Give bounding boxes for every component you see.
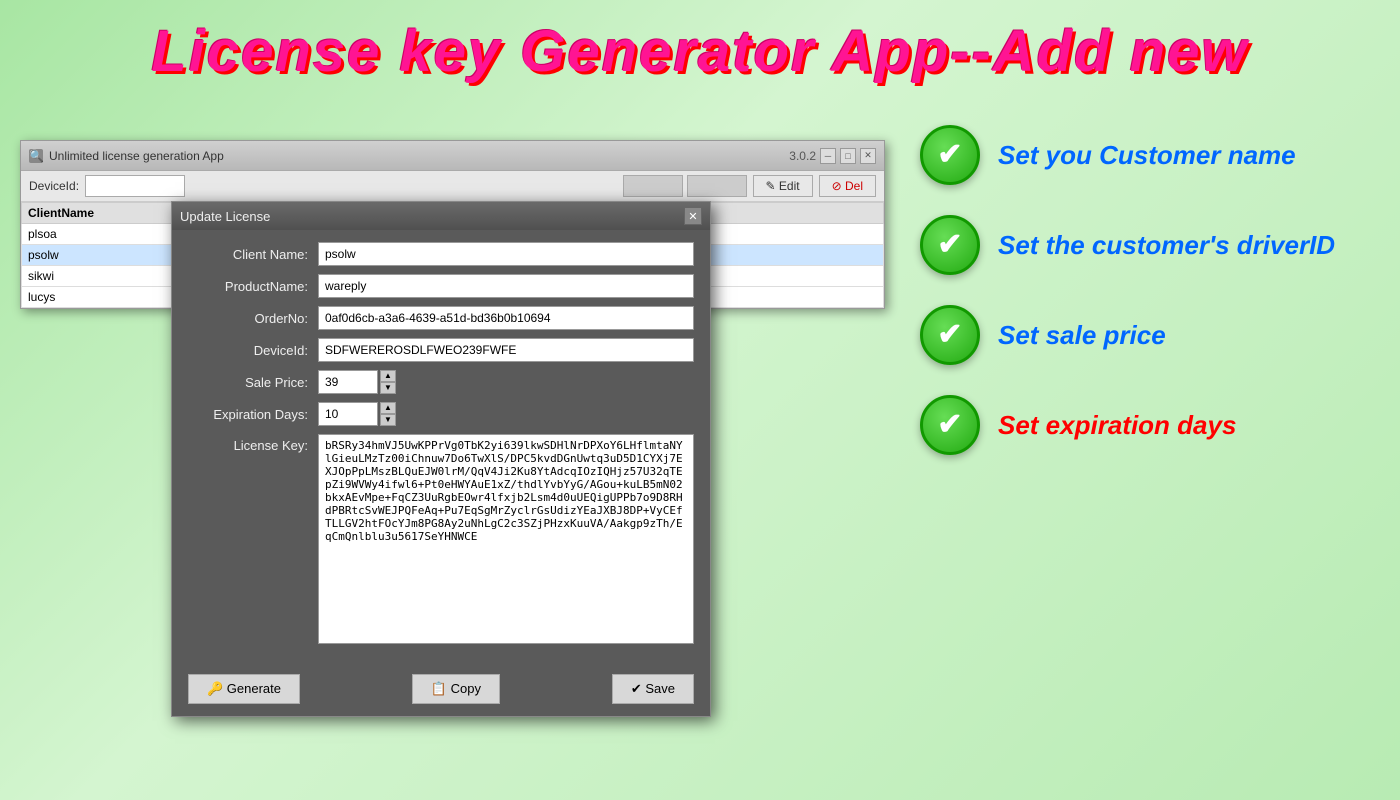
sale-price-label: Sale Price: [188, 375, 318, 390]
check-circle-1: ✔ [920, 215, 980, 275]
product-name-input[interactable] [318, 274, 694, 298]
check-circle-3: ✔ [920, 395, 980, 455]
order-no-input[interactable] [318, 306, 694, 330]
product-name-label: ProductName: [188, 279, 318, 294]
expiration-days-up[interactable]: ▲ [380, 402, 396, 414]
feature-text-3: Set expiration days [998, 410, 1236, 441]
feature-text-2: Set sale price [998, 320, 1166, 351]
device-id-row: DeviceId: [188, 338, 694, 362]
feature-item: ✔ Set sale price [920, 305, 1370, 365]
expiration-days-spinner-buttons: ▲ ▼ [380, 402, 396, 426]
app-window: 🔍 Unlimited license generation App 3.0.2… [20, 140, 885, 309]
expiration-days-row: Expiration Days: ▲ ▼ [188, 402, 694, 426]
expiration-days-spinner: ▲ ▼ [318, 402, 396, 426]
sale-price-spinner: ▲ ▼ [318, 370, 396, 394]
feature-item: ✔ Set expiration days [920, 395, 1370, 455]
sale-price-row: Sale Price: ▲ ▼ [188, 370, 694, 394]
feature-item: ✔ Set you Customer name [920, 125, 1370, 185]
expiration-days-down[interactable]: ▼ [380, 414, 396, 426]
modal-title-bar: Update License ✕ [172, 202, 710, 230]
modal-device-id-input[interactable] [318, 338, 694, 362]
modal-footer: 🔑 Generate 📋 Copy ✔ Save [172, 664, 710, 716]
license-key-row: License Key: bRSRy34hmVJ5UwKPPrVg0TbK2yi… [188, 434, 694, 644]
check-mark-2: ✔ [937, 320, 962, 350]
check-mark-1: ✔ [937, 230, 962, 260]
feature-item: ✔ Set the customer's driverID [920, 215, 1370, 275]
expiration-days-label: Expiration Days: [188, 407, 318, 422]
save-button[interactable]: ✔ Save [612, 674, 694, 704]
generate-button[interactable]: 🔑 Generate [188, 674, 300, 704]
feature-text-0: Set you Customer name [998, 140, 1296, 171]
license-key-label: License Key: [188, 434, 318, 453]
check-circle-0: ✔ [920, 125, 980, 185]
page-title: License key Generator App--Add new [0, 0, 1400, 95]
copy-button[interactable]: 📋 Copy [412, 674, 500, 704]
modal-body: Client Name: ProductName: OrderNo: [172, 230, 710, 664]
sale-price-up[interactable]: ▲ [380, 370, 396, 382]
order-no-row: OrderNo: [188, 306, 694, 330]
order-no-label: OrderNo: [188, 311, 318, 326]
client-name-label: Client Name: [188, 247, 318, 262]
right-panel: ✔ Set you Customer name ✔ Set the custom… [890, 105, 1400, 505]
sale-price-spinner-buttons: ▲ ▼ [380, 370, 396, 394]
sale-price-input[interactable] [318, 370, 378, 394]
check-circle-2: ✔ [920, 305, 980, 365]
modal-title: Update License [180, 209, 270, 224]
feature-text-1: Set the customer's driverID [998, 230, 1335, 261]
client-name-input[interactable] [318, 242, 694, 266]
check-mark-0: ✔ [937, 140, 962, 170]
modal-close-button[interactable]: ✕ [684, 207, 702, 225]
update-license-modal: Update License ✕ Client Name: ProductNam… [171, 201, 711, 717]
app-window-area: 🔍 Unlimited license generation App 3.0.2… [10, 105, 890, 780]
product-name-row: ProductName: [188, 274, 694, 298]
client-name-row: Client Name: [188, 242, 694, 266]
check-mark-3: ✔ [937, 410, 962, 440]
modal-device-id-label: DeviceId: [188, 343, 318, 358]
sale-price-down[interactable]: ▼ [380, 382, 396, 394]
modal-overlay: Update License ✕ Client Name: ProductNam… [21, 141, 884, 308]
license-key-textarea[interactable]: bRSRy34hmVJ5UwKPPrVg0TbK2yi639lkwSDHlNrD… [318, 434, 694, 644]
expiration-days-input[interactable] [318, 402, 378, 426]
